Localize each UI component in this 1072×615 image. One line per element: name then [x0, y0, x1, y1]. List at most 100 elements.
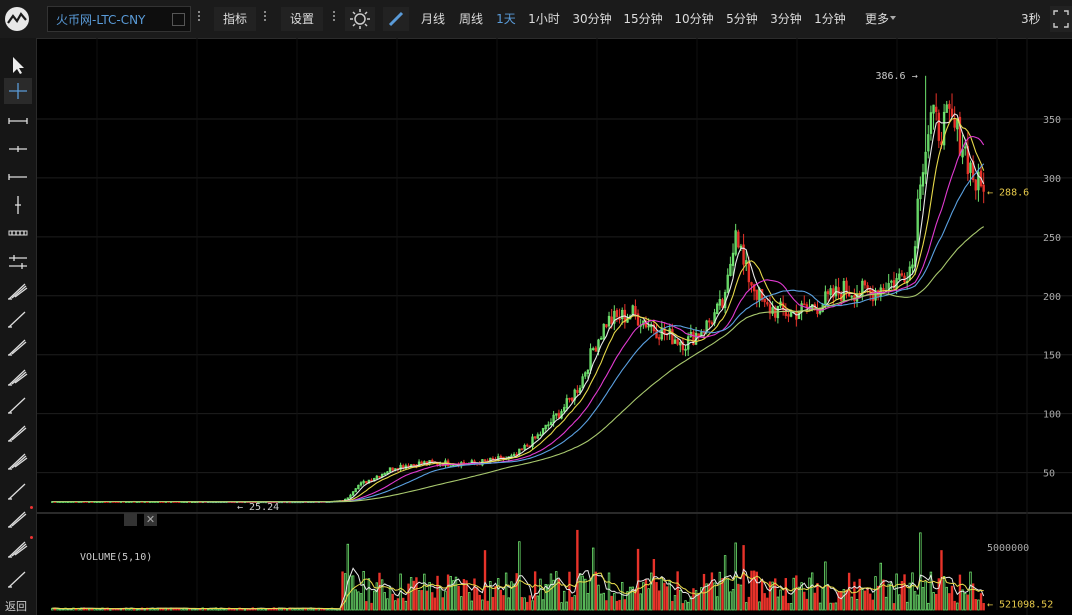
- last-price-label: ← 288.6: [987, 187, 1029, 198]
- close-icon[interactable]: ✕: [144, 513, 157, 526]
- volume-bar: [370, 602, 373, 611]
- candle-body: [568, 397, 571, 400]
- volume-bar: [755, 571, 758, 611]
- draw-button[interactable]: [383, 7, 409, 31]
- volume-bar: [731, 589, 735, 611]
- resolution-5m[interactable]: 5分钟: [722, 7, 762, 31]
- volume-bar: [541, 599, 545, 611]
- volume-bar: [412, 580, 415, 611]
- volume-bar: [686, 601, 690, 611]
- volume-bar: [905, 601, 909, 611]
- volume-bar: [373, 590, 376, 611]
- volume-bar: [832, 602, 835, 611]
- crosshair-icon[interactable]: [4, 78, 32, 104]
- volume-bar: [684, 600, 687, 611]
- resolution-30m[interactable]: 30分钟: [569, 7, 615, 31]
- candle-body: [766, 302, 769, 305]
- candle-body: [420, 461, 423, 464]
- resolution-1d[interactable]: 1天: [492, 7, 520, 31]
- candle-body: [710, 322, 714, 325]
- fan-icon[interactable]: [4, 478, 32, 504]
- candle-body: [974, 179, 977, 191]
- arrow-line-icon[interactable]: [4, 364, 32, 390]
- volume-bar: [716, 596, 719, 611]
- trend-channel-2-icon[interactable]: [4, 334, 32, 360]
- trend-channel-icon[interactable]: [4, 306, 32, 332]
- volume-bar: [948, 593, 951, 611]
- volume-bar: [961, 589, 964, 611]
- candle-body: [708, 320, 711, 323]
- resolution-15m[interactable]: 15分钟: [620, 7, 666, 31]
- volume-bar: [924, 581, 927, 611]
- low-marker-label: ← 25.24: [237, 502, 279, 513]
- theme-toggle-button[interactable]: [345, 7, 375, 31]
- parallel-lines-icon[interactable]: [4, 249, 32, 275]
- volume-bar: [515, 573, 518, 611]
- more-dots-icon[interactable]: [198, 11, 200, 25]
- indicators-button[interactable]: 指标: [214, 7, 256, 31]
- volume-bar: [441, 597, 444, 611]
- volume-bar: [747, 596, 751, 611]
- more-dots-icon[interactable]: [264, 11, 266, 25]
- refresh-interval[interactable]: 3秒: [1021, 7, 1041, 31]
- volume-bar: [526, 601, 529, 611]
- volume-bar: [594, 571, 598, 611]
- candle-body: [533, 436, 537, 439]
- spiral-icon[interactable]: [4, 506, 33, 532]
- volume-bar: [497, 578, 500, 611]
- candle-body: [863, 280, 867, 286]
- vertical-line-icon[interactable]: [4, 192, 32, 218]
- resolution-1h[interactable]: 1小时: [523, 7, 565, 31]
- horizontal-line-icon[interactable]: [4, 136, 32, 162]
- pitchfork-2-icon[interactable]: [4, 420, 32, 446]
- volume-bar: [478, 594, 481, 611]
- resolution-10m[interactable]: 10分钟: [671, 7, 717, 31]
- volume-bar: [713, 582, 716, 611]
- chart-area[interactable]: 50 100 150 200 250 300 350 5000000 386.6 → ← 25.2…: [37, 38, 1072, 615]
- back-button[interactable]: 返回: [5, 598, 27, 614]
- fullscreen-button[interactable]: [1050, 6, 1072, 32]
- volume-bar: [185, 608, 189, 611]
- candle-body: [747, 261, 751, 283]
- compare-icon[interactable]: [172, 13, 185, 26]
- pencil-icon: [388, 11, 404, 27]
- symbol-search[interactable]: 火币网-LTC-CNY: [47, 6, 191, 32]
- price-chart[interactable]: 50 100 150 200 250 300 350 5000000 386.6 → ← 25.2…: [37, 38, 1072, 615]
- resolution-week[interactable]: 周线: [454, 7, 488, 31]
- volume-bar: [570, 596, 574, 611]
- resolution-month[interactable]: 月线: [416, 7, 450, 31]
- dotted-line-icon[interactable]: [4, 220, 32, 246]
- volume-bar: [536, 595, 539, 611]
- settings-button[interactable]: 设置: [281, 7, 323, 31]
- pitchfork-3-icon[interactable]: [4, 448, 32, 474]
- volume-bar: [431, 592, 434, 611]
- horizontal-ray-icon[interactable]: [4, 108, 32, 134]
- volume-bar: [657, 590, 661, 611]
- volume-bar: [578, 573, 582, 611]
- candle-body: [412, 464, 415, 466]
- resolution-3m[interactable]: 3分钟: [766, 7, 806, 31]
- pattern-icon[interactable]: [4, 536, 33, 562]
- volume-bar: [365, 601, 368, 611]
- candle-body: [787, 314, 790, 317]
- horizontal-segment-icon[interactable]: [4, 164, 32, 190]
- candle-body: [697, 333, 700, 337]
- volume-bar: [710, 572, 714, 611]
- resolution-1m[interactable]: 1分钟: [810, 7, 850, 31]
- volume-bar: [460, 596, 463, 611]
- trash-icon[interactable]: [4, 566, 32, 592]
- volume-bar: [826, 585, 830, 611]
- candle-body: [982, 184, 985, 192]
- volume-bar: [708, 583, 711, 611]
- volume-bar: [758, 601, 761, 611]
- more-dots-icon[interactable]: [333, 11, 335, 25]
- ma30-line: [52, 163, 985, 503]
- trend-line-icon[interactable]: [4, 278, 32, 304]
- pitchfork-icon[interactable]: [4, 392, 32, 418]
- candle-body: [391, 467, 394, 471]
- cursor-arrow-icon[interactable]: [4, 52, 32, 78]
- volume-bar: [555, 571, 558, 611]
- more-resolutions-button[interactable]: 更多: [865, 7, 889, 31]
- sun-icon: [350, 9, 370, 29]
- gear-icon[interactable]: [124, 513, 137, 526]
